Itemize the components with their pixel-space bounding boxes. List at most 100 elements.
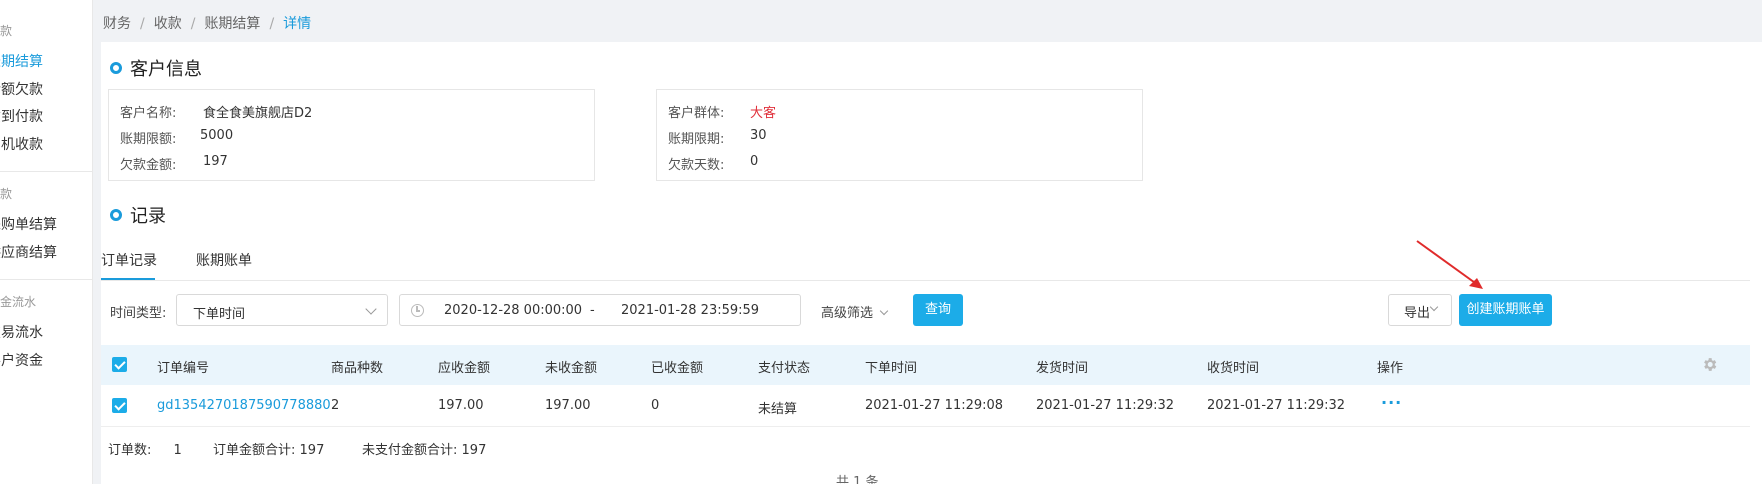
sidebar-item-cash-on-delivery[interactable]: 货到付款 <box>0 106 43 126</box>
pagination: 共 1 条 <box>836 475 879 484</box>
sidebar-item-period-settlement[interactable]: 账期结算 <box>0 51 43 71</box>
export-label: 导出 <box>1404 306 1431 321</box>
order-number-link[interactable]: gd1354270187590778880 <box>157 398 331 413</box>
summary-value: 197 <box>461 443 487 458</box>
more-actions-icon[interactable]: ··· <box>1381 393 1402 412</box>
breadcrumb-item-finance[interactable]: 财务 <box>103 16 131 32</box>
column-header-receivable: 应收金额 <box>438 361 491 376</box>
column-header-unreceived: 未收金额 <box>545 361 598 376</box>
date-end: 2021-01-28 23:59:59 <box>621 303 760 318</box>
section-dot-icon <box>110 62 122 74</box>
summary-label: 订单数: <box>108 443 152 458</box>
info-row-customer-group: 客户群体: 大客 <box>668 102 776 121</box>
cell-unreceived: 197.00 <box>545 398 591 413</box>
info-value-customer-name: 食全食美旗舰店D2 <box>203 106 313 121</box>
cell-ship-time: 2021-01-27 11:29:32 <box>1036 398 1175 413</box>
info-value-customer-group: 大客 <box>750 106 777 121</box>
info-value-credit-limit: 5000 <box>200 128 234 143</box>
column-header-ship-time: 发货时间 <box>1036 361 1089 376</box>
section-title-customer: 客户信息 <box>130 59 202 80</box>
info-value-credit-period: 30 <box>750 128 767 143</box>
info-row-overdue-days: 欠款天数: 0 <box>668 154 758 173</box>
column-header-order-no: 订单编号 <box>157 361 210 376</box>
create-period-bill-button[interactable]: 创建账期账单 <box>1459 294 1552 326</box>
summary-label: 订单金额合计: <box>213 443 296 458</box>
info-label: 客户名称: <box>120 106 177 121</box>
info-row-credit-limit: 账期限额: 5000 <box>120 128 233 147</box>
tab-active-indicator <box>101 278 155 280</box>
info-label: 欠款金额: <box>120 158 177 173</box>
date-separator: - <box>590 303 595 318</box>
sidebar-group-payables: 付款 <box>0 187 13 201</box>
cell-pay-status: 未结算 <box>758 402 798 417</box>
advanced-filter-toggle[interactable]: 高级筛选 <box>821 302 889 321</box>
sidebar-item-driver-collection[interactable]: 司机收款 <box>0 134 43 154</box>
date-start: 2020-12-28 00:00:00 <box>444 303 583 318</box>
sidebar-item-customer-funds[interactable]: 客户资金 <box>0 350 43 370</box>
advanced-filter-label: 高级筛选 <box>821 306 874 321</box>
column-header-item-count: 商品种数 <box>331 361 384 376</box>
breadcrumb-item-current: 详情 <box>283 16 312 32</box>
section-dot-icon <box>110 209 122 221</box>
main-content: 财务 / 收款 / 账期结算 / 详情 客户信息 客户名称: 食全食美旗舰店D2 账期限额:… <box>101 0 1762 484</box>
chevron-down-icon <box>1429 302 1439 312</box>
gear-icon[interactable] <box>1701 356 1718 373</box>
column-header-order-time: 下单时间 <box>865 361 918 376</box>
cell-received: 0 <box>651 398 660 413</box>
breadcrumb-item-receivables[interactable]: 收款 <box>154 16 182 32</box>
sidebar-group-cashflow: 资金流水 <box>0 295 37 309</box>
sidebar-item-purchase-settlement[interactable]: 采购单结算 <box>0 214 57 234</box>
table-row: gd1354270187590778880 2 197.00 197.00 0 … <box>101 385 1750 427</box>
query-button[interactable]: 查询 <box>913 294 963 326</box>
breadcrumb-bar: 财务 / 收款 / 账期结算 / 详情 <box>101 0 1762 42</box>
info-label: 账期限期: <box>668 132 725 147</box>
info-value-overdue-days: 0 <box>750 154 759 169</box>
info-value-debt-amount: 197 <box>203 154 228 169</box>
breadcrumb-item-period-settlement[interactable]: 账期结算 <box>204 16 260 32</box>
layout-gap <box>93 0 101 484</box>
sidebar-divider <box>0 171 93 172</box>
date-range-picker[interactable]: 2020-12-28 00:00:00 - 2021-01-28 23:59:5… <box>399 294 801 326</box>
chevron-down-icon <box>879 306 889 316</box>
summary-order-total: 订单金额合计: 197 <box>213 439 324 458</box>
sidebar-divider <box>0 279 93 280</box>
info-label: 账期限额: <box>120 132 177 147</box>
cell-receivable: 197.00 <box>438 398 484 413</box>
customer-info-box-right: 客户群体: 大客 账期限期: 30 欠款天数: 0 <box>656 89 1143 181</box>
tab-period-bills[interactable]: 账期账单 <box>196 250 252 270</box>
info-row-credit-period: 账期限期: 30 <box>668 128 767 147</box>
table-header: 订单编号 商品种数 应收金额 未收金额 已收金额 支付状态 下单时间 发货时间 … <box>101 345 1750 385</box>
tab-order-records[interactable]: 订单记录 <box>101 250 157 270</box>
info-label: 欠款天数: <box>668 158 725 173</box>
cell-receive-time: 2021-01-27 11:29:32 <box>1207 398 1346 413</box>
summary-unpaid-total: 未支付金额合计: 197 <box>362 439 486 458</box>
info-row-customer-name: 客户名称: 食全食美旗舰店D2 <box>120 102 312 121</box>
cell-order-time: 2021-01-27 11:29:08 <box>865 398 1004 413</box>
info-row-debt-amount: 欠款金额: 197 <box>120 154 228 173</box>
info-label: 客户群体: <box>668 106 725 121</box>
sidebar-group-receivables: 收款 <box>0 24 13 38</box>
column-header-receive-time: 收货时间 <box>1207 361 1260 376</box>
summary-value: 197 <box>299 443 325 458</box>
tab-bar: 订单记录 账期账单 <box>101 238 1750 281</box>
export-button[interactable]: 导出 <box>1388 294 1452 326</box>
summary-value: 1 <box>173 443 182 458</box>
annotation-arrow-icon <box>1416 240 1483 289</box>
cell-item-count: 2 <box>331 398 340 413</box>
section-title-records: 记录 <box>130 206 166 227</box>
sidebar-item-transactions[interactable]: 交易流水 <box>0 322 43 342</box>
customer-info-box-left: 客户名称: 食全食美旗舰店D2 账期限额: 5000 欠款金额: 197 <box>108 89 595 181</box>
time-type-value: 下单时间 <box>193 307 246 322</box>
summary-order-count: 订单数: 1 <box>108 439 182 458</box>
select-all-checkbox[interactable] <box>112 357 127 372</box>
sidebar-item-balance-debt[interactable]: 余额欠款 <box>0 79 43 99</box>
chevron-down-icon <box>365 303 377 315</box>
time-type-select[interactable]: 下单时间 <box>176 294 388 326</box>
summary-label: 未支付金额合计: <box>362 443 458 458</box>
sidebar: 收款 账期结算 余额欠款 货到付款 司机收款 付款 采购单结算 供应商结算 资金… <box>0 0 93 484</box>
clock-icon <box>411 304 424 317</box>
row-checkbox[interactable] <box>112 398 127 413</box>
breadcrumb: 财务 / 收款 / 账期结算 / 详情 <box>103 16 312 32</box>
sidebar-item-supplier-settlement[interactable]: 供应商结算 <box>0 242 57 262</box>
column-header-actions: 操作 <box>1377 361 1404 376</box>
